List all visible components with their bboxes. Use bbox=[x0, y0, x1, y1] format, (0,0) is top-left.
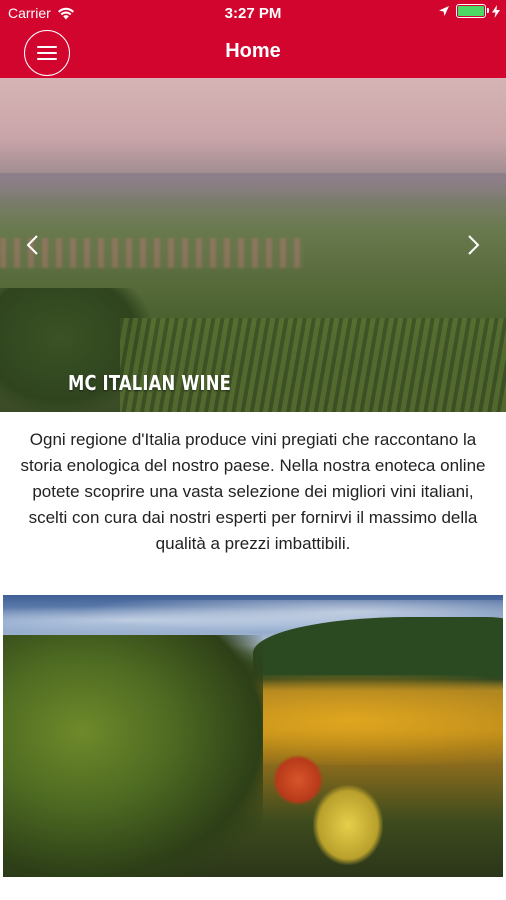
charging-bolt-icon bbox=[492, 4, 500, 18]
status-right bbox=[438, 4, 500, 18]
hero-caption: MC ITALIAN WINE bbox=[68, 371, 232, 395]
hero-image-detail bbox=[0, 173, 506, 203]
location-arrow-icon bbox=[439, 6, 449, 16]
hero-image-detail bbox=[120, 318, 506, 412]
battery-icon bbox=[456, 4, 489, 18]
battery-fill bbox=[458, 6, 484, 16]
intro-text: Ogni regione d'Italia produce vini pregi… bbox=[20, 430, 486, 553]
vineyard-image bbox=[3, 595, 503, 877]
status-bar: Carrier 3:27 PM bbox=[0, 0, 506, 27]
vineyard-image-detail bbox=[3, 635, 263, 877]
chevron-right-icon[interactable] bbox=[460, 233, 484, 257]
hero-carousel[interactable]: MC ITALIAN WINE bbox=[0, 78, 506, 412]
chevron-left-icon[interactable] bbox=[22, 233, 46, 257]
vineyard-image-detail bbox=[313, 785, 383, 865]
status-time: 3:27 PM bbox=[224, 5, 282, 22]
page-title: Home bbox=[225, 40, 281, 62]
nav-bar: Home bbox=[0, 27, 506, 78]
